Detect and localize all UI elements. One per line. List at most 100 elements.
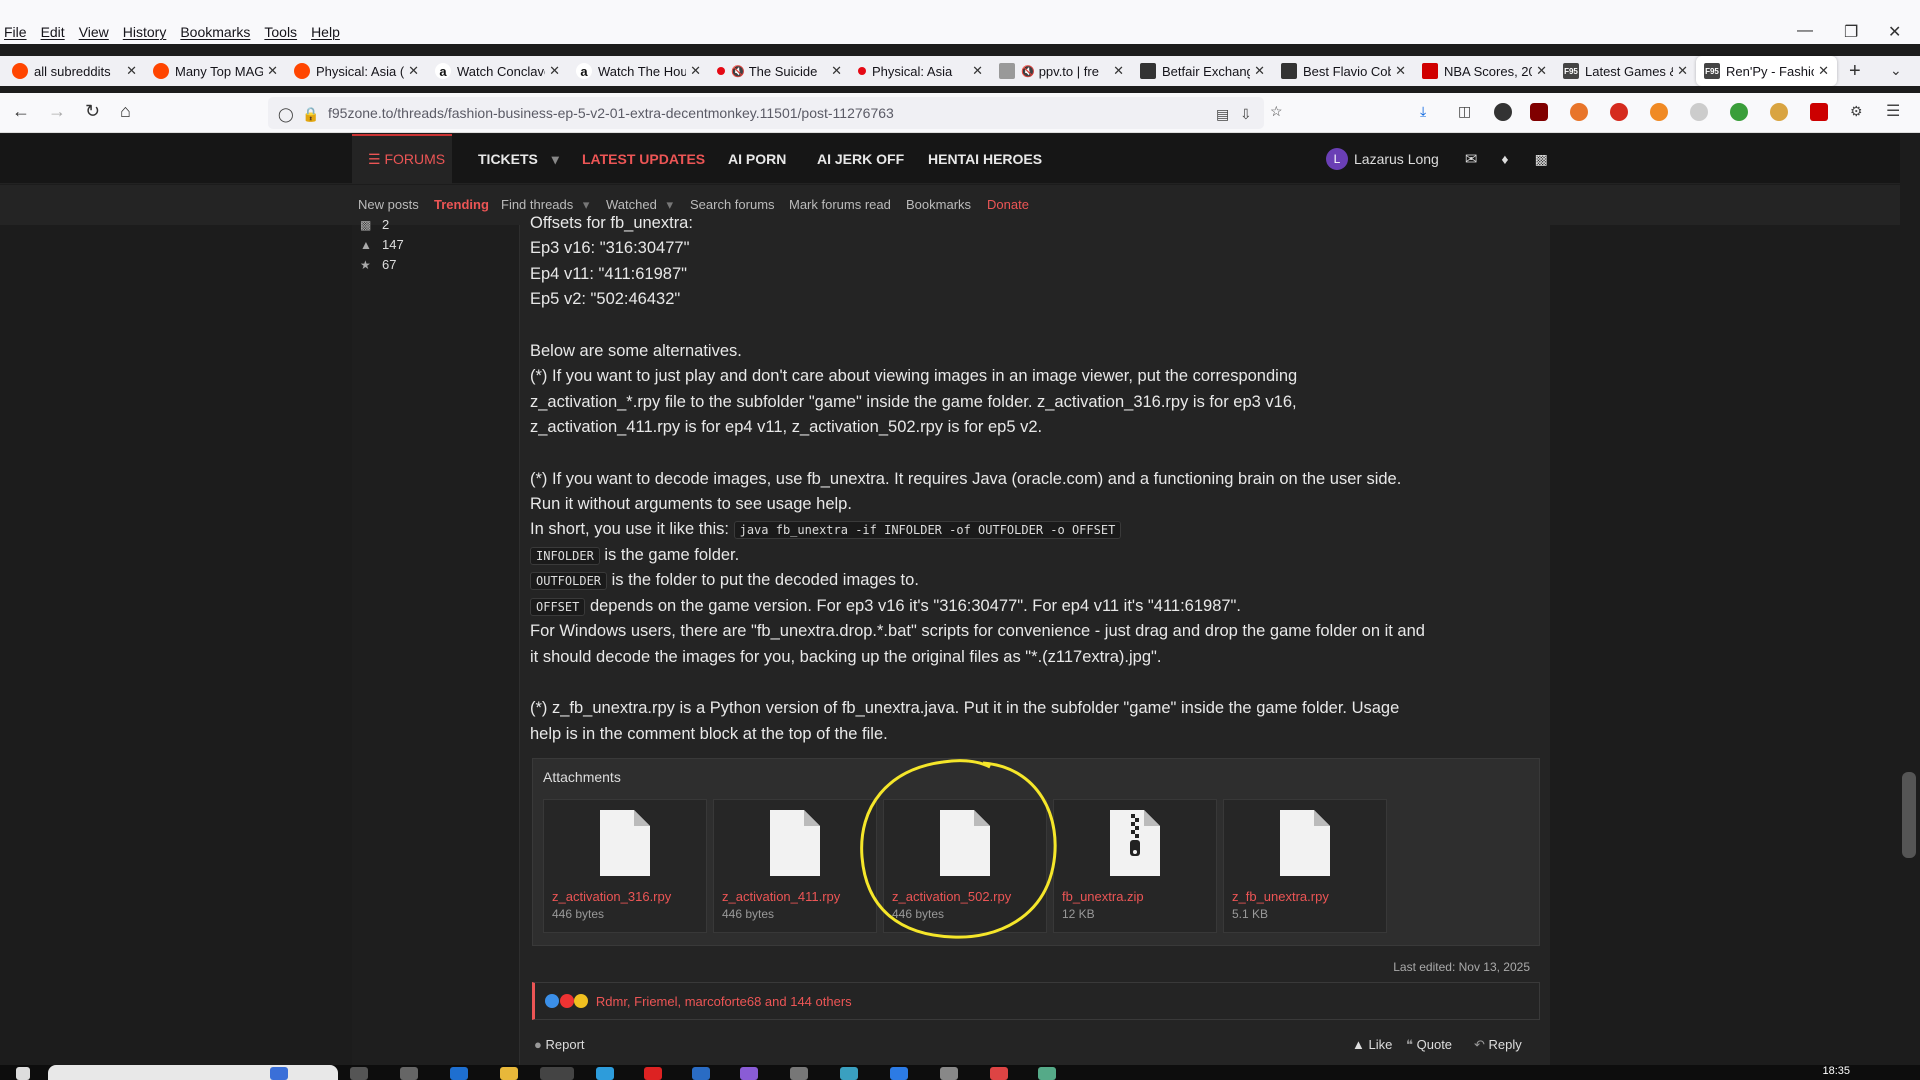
taskbar-app-icon[interactable] bbox=[940, 1067, 958, 1080]
attachment-item[interactable]: z_fb_unextra.rpy 5.1 KB bbox=[1223, 799, 1387, 933]
close-tab-icon[interactable]: ✕ bbox=[1395, 63, 1406, 79]
save-page-icon[interactable]: ⇩ bbox=[1240, 106, 1252, 123]
taskbar-app-icon[interactable] bbox=[450, 1067, 468, 1080]
extension-icon[interactable] bbox=[1730, 103, 1748, 121]
close-tab-icon[interactable]: ✕ bbox=[1677, 63, 1688, 79]
nav-ai-jerk-off[interactable]: AI JERK OFF bbox=[817, 151, 904, 167]
tab-12-active[interactable]: F95 Ren'Py - Fashior ✕ bbox=[1696, 56, 1837, 86]
alerts-icon[interactable]: ▩ bbox=[1535, 151, 1548, 168]
taskbar-app-icon[interactable] bbox=[1038, 1067, 1056, 1080]
mail-icon[interactable]: ✉ bbox=[1465, 150, 1478, 168]
close-tab-icon[interactable]: ✕ bbox=[126, 63, 137, 79]
close-tab-icon[interactable]: ✕ bbox=[549, 63, 560, 79]
nav-latest-updates[interactable]: LATEST UPDATES bbox=[582, 151, 705, 167]
tab-8[interactable]: Betfair Exchang ✕ bbox=[1132, 56, 1273, 86]
reload-icon[interactable]: ↻ bbox=[85, 101, 100, 122]
tab-9[interactable]: Best Flavio Cob ✕ bbox=[1273, 56, 1414, 86]
sidebar-icon[interactable]: ◫ bbox=[1458, 103, 1471, 120]
nav-forums[interactable]: ☰ FORUMS bbox=[368, 151, 445, 168]
attachment-item[interactable]: fb_unextra.zip 12 KB bbox=[1053, 799, 1217, 933]
avatar[interactable]: L bbox=[1326, 148, 1348, 170]
tab-10[interactable]: NBA Scores, 202✕ bbox=[1414, 56, 1555, 86]
subnav-donate[interactable]: Donate bbox=[987, 197, 1029, 212]
nav-hentai-heroes[interactable]: HENTAI HEROES bbox=[928, 151, 1042, 167]
menu-bookmarks[interactable]: Bookmarks bbox=[180, 24, 250, 40]
attachment-name[interactable]: fb_unextra.zip bbox=[1062, 889, 1144, 904]
close-tab-icon[interactable]: ✕ bbox=[1818, 63, 1829, 79]
scrollbar-thumb[interactable] bbox=[1902, 772, 1916, 858]
extension-icon[interactable] bbox=[1570, 103, 1588, 121]
menu-file[interactable]: File bbox=[4, 24, 27, 40]
like-button[interactable]: ▲ Like bbox=[1352, 1037, 1392, 1052]
nav-ai-porn[interactable]: AI PORN bbox=[728, 151, 786, 167]
reactions-bar[interactable]: Rdmr, Friemel, marcoforte68 and 144 othe… bbox=[532, 982, 1540, 1020]
taskbar-app-icon[interactable] bbox=[840, 1067, 858, 1080]
tab-4[interactable]: a Watch The Hou ✕ bbox=[568, 56, 709, 86]
subnav-search-forums[interactable]: Search forums bbox=[690, 197, 775, 212]
extension-icon[interactable] bbox=[1610, 103, 1628, 121]
tab-6[interactable]: Physical: Asia ✕ bbox=[850, 56, 991, 86]
report-button[interactable]: ● Report bbox=[534, 1037, 585, 1052]
menu-help[interactable]: Help bbox=[311, 24, 340, 40]
close-window-icon[interactable]: ✕ bbox=[1888, 22, 1901, 42]
taskbar-app-icon[interactable] bbox=[990, 1067, 1008, 1080]
menu-view[interactable]: View bbox=[79, 24, 109, 40]
start-icon[interactable] bbox=[16, 1067, 30, 1080]
username[interactable]: Lazarus Long bbox=[1354, 151, 1439, 167]
minimize-icon[interactable]: — bbox=[1797, 22, 1813, 40]
menu-history[interactable]: History bbox=[123, 24, 167, 40]
tab-3[interactable]: a Watch Conclave ✕ bbox=[427, 56, 568, 86]
close-tab-icon[interactable]: ✕ bbox=[1536, 63, 1547, 79]
tab-list-icon[interactable]: ⌄ bbox=[1890, 62, 1902, 79]
reactions-text[interactable]: Rdmr, Friemel, marcoforte68 and 144 othe… bbox=[596, 994, 852, 1009]
taskbar-search[interactable] bbox=[48, 1065, 338, 1080]
close-tab-icon[interactable]: ✕ bbox=[690, 63, 701, 79]
taskbar-app-icon[interactable] bbox=[596, 1067, 614, 1080]
attachment-name[interactable]: z_activation_316.rpy bbox=[552, 889, 671, 904]
taskbar-clock[interactable]: 18:35 bbox=[1822, 1065, 1850, 1077]
page-scrollbar[interactable] bbox=[1900, 134, 1920, 1066]
close-tab-icon[interactable]: ✕ bbox=[1113, 63, 1124, 79]
attachment-item[interactable]: z_activation_316.rpy 446 bytes bbox=[543, 799, 707, 933]
tab-5[interactable]: 🔇 The Suicide ✕ bbox=[709, 56, 850, 86]
muted-icon[interactable]: 🔇 bbox=[731, 65, 745, 78]
user-menu[interactable]: L Lazarus Long ✉ ♦ ▩ bbox=[1326, 148, 1548, 170]
extension-icon[interactable] bbox=[1690, 103, 1708, 121]
reader-view-icon[interactable]: ▤ bbox=[1216, 106, 1229, 123]
extension-icon[interactable] bbox=[1494, 103, 1512, 121]
downloads-icon[interactable]: ⤓ bbox=[1420, 103, 1426, 120]
file-explorer-icon[interactable] bbox=[500, 1067, 518, 1080]
hamburger-menu-icon[interactable]: ☰ bbox=[1886, 101, 1900, 121]
shield-icon[interactable]: ◯ bbox=[278, 106, 294, 123]
close-tab-icon[interactable]: ✕ bbox=[267, 63, 278, 79]
taskbar-app-icon[interactable] bbox=[890, 1067, 908, 1080]
taskbar-app-icon[interactable] bbox=[400, 1067, 418, 1080]
extension-icon[interactable] bbox=[1650, 103, 1668, 121]
new-tab-icon[interactable]: + bbox=[1849, 60, 1861, 83]
url-bar[interactable]: ◯ 🔒 f95zone.to/threads/fashion-business-… bbox=[268, 97, 1264, 129]
tab-0[interactable]: all subreddits ✕ bbox=[4, 56, 145, 86]
reply-button[interactable]: ↶ Reply bbox=[1474, 1037, 1522, 1053]
home-icon[interactable]: ⌂ bbox=[120, 101, 131, 122]
extension-icon[interactable] bbox=[1810, 103, 1828, 121]
tab-1[interactable]: Many Top MAG ✕ bbox=[145, 56, 286, 86]
forward-icon[interactable]: → bbox=[48, 101, 66, 122]
quote-button[interactable]: ❝ Quote bbox=[1406, 1037, 1452, 1053]
attachment-name[interactable]: z_fb_unextra.rpy bbox=[1232, 889, 1329, 904]
subnav-new-posts[interactable]: New posts bbox=[358, 197, 419, 212]
extension-icon[interactable] bbox=[1770, 103, 1788, 121]
widget-icon[interactable] bbox=[270, 1067, 288, 1080]
taskbar-app-icon[interactable] bbox=[350, 1067, 368, 1080]
attachment-item[interactable]: z_activation_411.rpy 446 bytes bbox=[713, 799, 877, 933]
lock-icon[interactable]: 🔒 bbox=[302, 106, 319, 123]
tab-2[interactable]: Physical: Asia (fi ✕ bbox=[286, 56, 427, 86]
tab-7[interactable]: 🔇 ppv.to | fre ✕ bbox=[991, 56, 1132, 86]
settings-icon[interactable] bbox=[790, 1067, 808, 1080]
menu-tools[interactable]: Tools bbox=[264, 24, 297, 40]
bell-icon[interactable]: ♦ bbox=[1501, 151, 1508, 167]
close-tab-icon[interactable]: ✕ bbox=[831, 63, 842, 79]
close-tab-icon[interactable]: ✕ bbox=[972, 63, 983, 79]
subnav-mark-read[interactable]: Mark forums read bbox=[789, 197, 891, 212]
taskbar-app-icon[interactable] bbox=[692, 1067, 710, 1080]
taskbar-app-icon[interactable] bbox=[644, 1067, 662, 1080]
